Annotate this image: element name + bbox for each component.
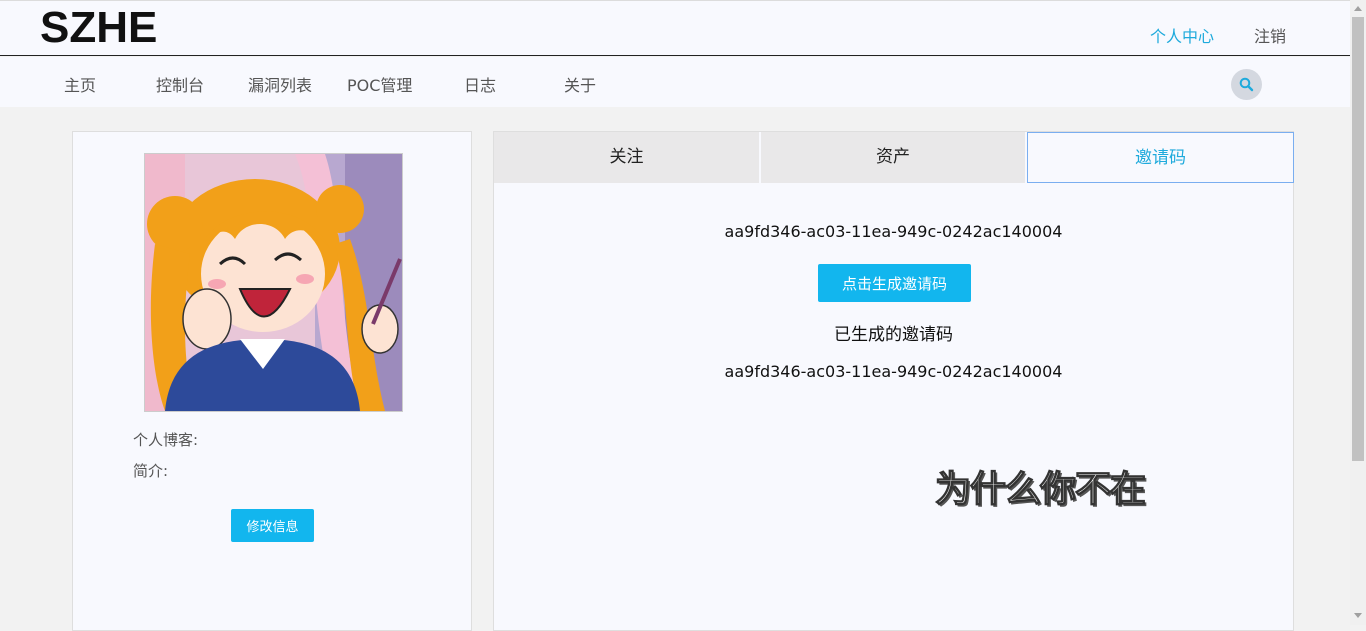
edit-info-button[interactable]: 修改信息 — [231, 509, 314, 542]
profile-center-link[interactable]: 个人中心 — [1150, 23, 1214, 47]
tab-invite-code[interactable]: 邀请码 — [1027, 132, 1294, 183]
nav-item-log[interactable]: 日志 — [464, 72, 496, 96]
logout-link[interactable]: 注销 — [1254, 23, 1286, 47]
profile-card: 个人博客: 简介: 修改信息 — [72, 131, 472, 631]
generated-code-item: aa9fd346-ac03-11ea-949c-0242ac140004 — [724, 362, 1063, 381]
tab-follow[interactable]: 关注 — [494, 132, 759, 183]
invite-panel: 关注 资产 邀请码 aa9fd346-ac03-11ea-949c-0242ac… — [493, 131, 1294, 631]
page-scrollbar[interactable] — [1350, 0, 1366, 625]
blog-label: 个人博客: — [133, 431, 199, 449]
site-logo[interactable]: SZHE — [40, 3, 157, 53]
generated-codes-heading: 已生成的邀请码 — [834, 325, 953, 345]
tab-assets[interactable]: 资产 — [761, 132, 1025, 183]
top-header: SZHE 个人中心 注销 — [0, 0, 1350, 56]
search-icon — [1239, 77, 1254, 92]
nav-item-vuln-list[interactable]: 漏洞列表 — [248, 72, 312, 96]
avatar — [144, 153, 403, 412]
scroll-down-arrow-icon[interactable] — [1354, 613, 1362, 618]
current-invite-code: aa9fd346-ac03-11ea-949c-0242ac140004 — [724, 222, 1063, 241]
main-nav: 主页 控制台 漏洞列表 POC管理 日志 关于 — [0, 57, 1350, 107]
nav-item-home[interactable]: 主页 — [64, 72, 96, 96]
scroll-up-arrow-icon[interactable] — [1354, 6, 1362, 11]
scroll-thumb[interactable] — [1352, 17, 1364, 461]
search-button[interactable] — [1231, 69, 1262, 100]
nav-item-poc-manage[interactable]: POC管理 — [347, 72, 412, 96]
nav-item-console[interactable]: 控制台 — [156, 72, 204, 96]
nav-item-about[interactable]: 关于 — [564, 72, 596, 96]
intro-label: 简介: — [133, 462, 169, 480]
generate-invite-button[interactable]: 点击生成邀请码 — [818, 264, 971, 302]
video-subtitle-overlay: 为什么你不在 — [934, 468, 1146, 510]
